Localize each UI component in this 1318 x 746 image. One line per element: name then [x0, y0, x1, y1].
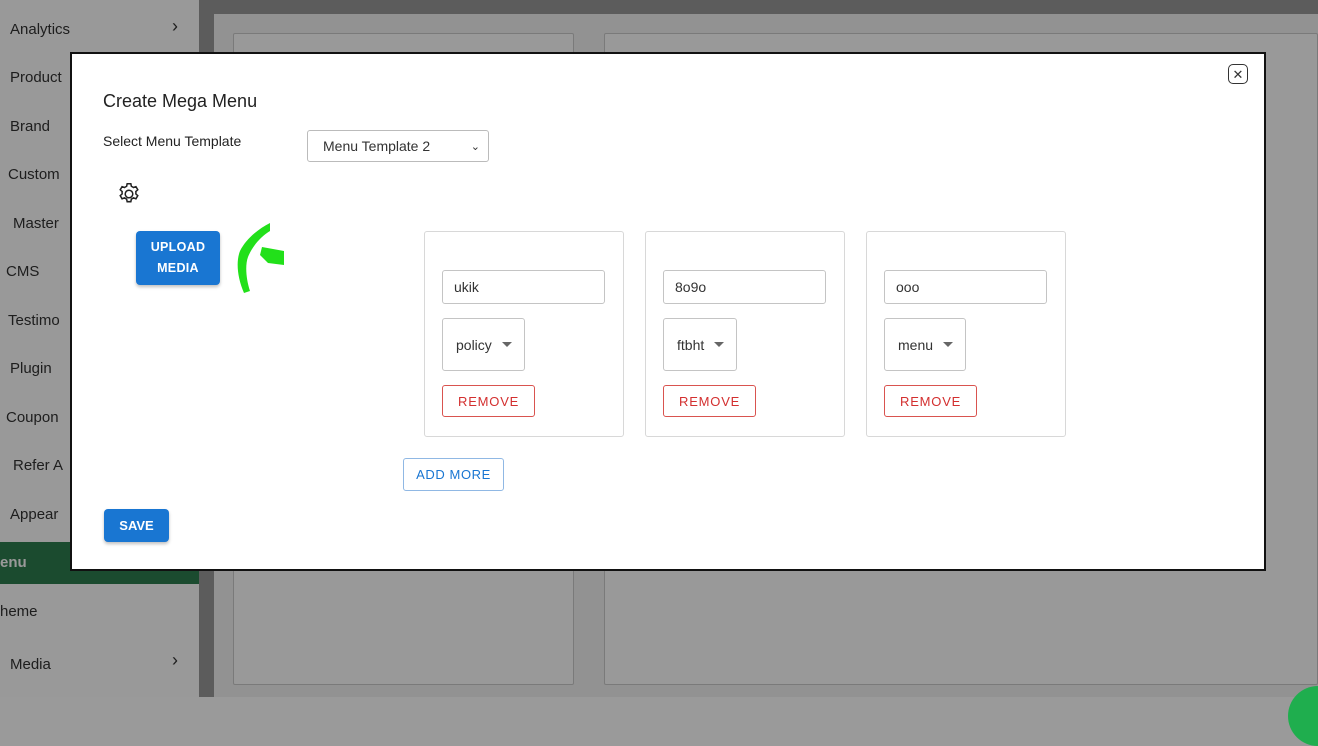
remove-button[interactable]: REMOVE [884, 385, 978, 417]
save-button[interactable]: SAVE [104, 509, 169, 542]
caret-down-icon [714, 342, 725, 347]
menu-item-text-input[interactable]: 8o9o [663, 270, 826, 304]
upload-label-line1: UPLOAD [150, 240, 206, 254]
menu-item-text-input[interactable]: ooo [884, 270, 1047, 304]
close-icon[interactable]: ✕ [1228, 64, 1248, 84]
uploaded-logo-image [237, 223, 284, 293]
upload-label-line2: MEDIA [157, 261, 199, 275]
menu-item-type-value: ftbht [677, 336, 705, 353]
menu-item-type-value: menu [898, 336, 934, 353]
caret-down-icon [943, 342, 954, 347]
add-more-button[interactable]: ADD MORE [403, 458, 504, 491]
menu-item-type-select[interactable]: ftbht [663, 318, 738, 371]
chevron-down-icon: ⌄ [470, 140, 480, 153]
menu-item-text-input[interactable]: ukik [442, 270, 605, 304]
caret-down-icon [501, 342, 512, 347]
menu-template-value: Menu Template 2 [323, 138, 431, 154]
menu-item-type-select[interactable]: policy [442, 318, 525, 371]
menu-item-card: ukik policy REMOVE [424, 231, 624, 437]
menu-item-card: 8o9o ftbht REMOVE [645, 231, 845, 437]
menu-template-select[interactable]: Menu Template 2 ⌄ [307, 130, 489, 162]
menu-item-card: ooo menu REMOVE [866, 231, 1066, 437]
upload-media-button[interactable]: UPLOAD MEDIA [136, 231, 220, 285]
modal-title: Create Mega Menu [103, 91, 258, 111]
menu-item-type-select[interactable]: menu [884, 318, 967, 371]
gear-icon[interactable] [116, 181, 142, 207]
menu-item-type-value: policy [456, 336, 492, 353]
create-mega-menu-modal: ✕ Create Mega Menu Select Menu Template … [70, 52, 1266, 571]
remove-button[interactable]: REMOVE [663, 385, 757, 417]
remove-button[interactable]: REMOVE [442, 385, 536, 417]
menu-template-label: Select Menu Template [103, 133, 242, 149]
